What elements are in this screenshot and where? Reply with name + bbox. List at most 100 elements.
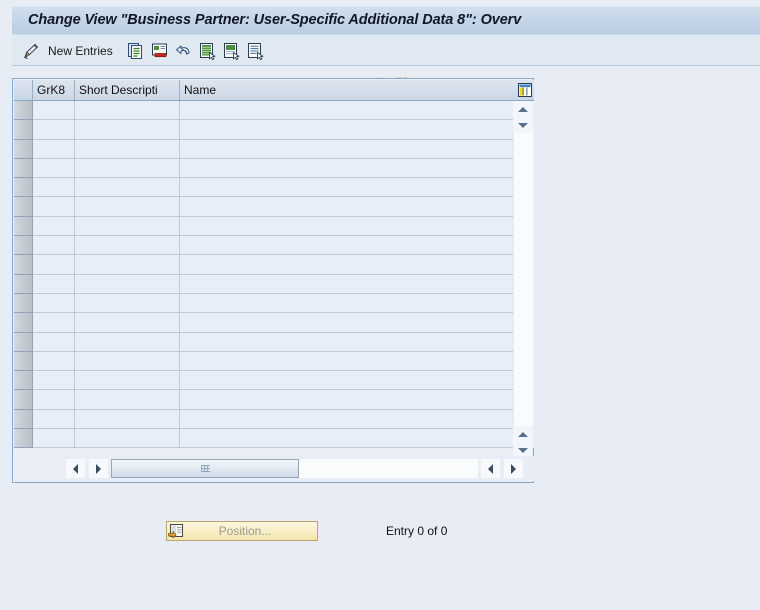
cell-short-description[interactable]: [75, 139, 180, 159]
row-selector-cell[interactable]: [14, 255, 33, 275]
column-header-name[interactable]: Name: [180, 80, 515, 100]
cell-short-description[interactable]: [75, 371, 180, 391]
cell-short-description[interactable]: [75, 274, 180, 294]
row-selector-cell[interactable]: [14, 120, 33, 140]
cell-name[interactable]: [180, 332, 515, 352]
cell-short-description[interactable]: [75, 313, 180, 333]
row-selector-cell[interactable]: [14, 351, 33, 372]
scroll-right-icon[interactable]: [89, 459, 108, 478]
cell-grk8[interactable]: [33, 178, 75, 198]
cell-name[interactable]: [180, 197, 515, 217]
cell-short-description[interactable]: [75, 409, 180, 430]
position-button-label: Position...: [218, 524, 272, 538]
row-selector-cell[interactable]: [14, 158, 33, 179]
cell-grk8[interactable]: [33, 409, 75, 430]
scroll-left-icon-right[interactable]: [481, 459, 500, 478]
cell-name[interactable]: [180, 409, 515, 430]
row-selector-cell[interactable]: [14, 216, 33, 237]
new-entries-button[interactable]: New Entries: [48, 44, 113, 58]
cell-short-description[interactable]: [75, 390, 180, 410]
cell-short-description[interactable]: [75, 236, 180, 256]
row-selector-cell[interactable]: [14, 390, 33, 410]
table-row: [14, 351, 534, 372]
cell-grk8[interactable]: [33, 332, 75, 352]
cell-name[interactable]: [180, 293, 515, 314]
cell-name[interactable]: [180, 139, 515, 159]
cell-grk8[interactable]: [33, 216, 75, 237]
vertical-scrollbar[interactable]: [513, 101, 533, 458]
row-selector-cell[interactable]: [14, 139, 33, 159]
cell-name[interactable]: [180, 351, 515, 372]
row-selector-cell[interactable]: [14, 178, 33, 198]
cell-grk8[interactable]: [33, 101, 75, 121]
scroll-up-icon-bottom[interactable]: [513, 426, 532, 442]
table-settings-icon[interactable]: [515, 80, 534, 100]
column-header-short-description[interactable]: Short Descripti: [75, 80, 180, 100]
cell-short-description[interactable]: [75, 429, 180, 449]
cell-name[interactable]: [180, 313, 515, 333]
vertical-scroll-track[interactable]: [513, 133, 533, 426]
cell-name[interactable]: [180, 178, 515, 198]
cell-name[interactable]: [180, 371, 515, 391]
deselect-all-icon[interactable]: [221, 40, 243, 62]
scroll-up-icon[interactable]: [513, 101, 532, 117]
row-selector-cell[interactable]: [14, 274, 33, 294]
table-row: [14, 178, 534, 198]
row-selector-cell[interactable]: [14, 236, 33, 256]
cell-grk8[interactable]: [33, 236, 75, 256]
row-selector-cell[interactable]: [14, 429, 33, 449]
scroll-left-icon[interactable]: [66, 459, 85, 478]
cell-grk8[interactable]: [33, 274, 75, 294]
cell-name[interactable]: [180, 236, 515, 256]
cell-name[interactable]: [180, 216, 515, 237]
cell-short-description[interactable]: [75, 293, 180, 314]
cell-short-description[interactable]: [75, 197, 180, 217]
horizontal-scroll-thumb[interactable]: [111, 459, 299, 478]
row-selector-cell[interactable]: [14, 293, 33, 314]
cell-grk8[interactable]: [33, 255, 75, 275]
scroll-down-icon[interactable]: [513, 117, 532, 133]
cell-name[interactable]: [180, 274, 515, 294]
row-selector-cell[interactable]: [14, 313, 33, 333]
column-header-grk8[interactable]: GrK8: [33, 80, 75, 100]
cell-short-description[interactable]: [75, 216, 180, 237]
cell-grk8[interactable]: [33, 390, 75, 410]
row-selector-cell[interactable]: [14, 371, 33, 391]
cell-name[interactable]: [180, 158, 515, 179]
cell-name[interactable]: [180, 120, 515, 140]
horizontal-scroll-track[interactable]: [111, 459, 478, 478]
cell-grk8[interactable]: [33, 293, 75, 314]
cell-short-description[interactable]: [75, 255, 180, 275]
copy-as-icon[interactable]: [125, 40, 147, 62]
variable-list-icon[interactable]: [245, 40, 267, 62]
row-selector-cell[interactable]: [14, 197, 33, 217]
cell-name[interactable]: [180, 255, 515, 275]
cell-short-description[interactable]: [75, 158, 180, 179]
column-header-select[interactable]: [14, 80, 33, 100]
cell-short-description[interactable]: [75, 120, 180, 140]
row-selector-cell[interactable]: [14, 332, 33, 352]
cell-grk8[interactable]: [33, 120, 75, 140]
cell-name[interactable]: [180, 429, 515, 449]
cell-grk8[interactable]: [33, 371, 75, 391]
cell-short-description[interactable]: [75, 101, 180, 121]
cell-grk8[interactable]: [33, 351, 75, 372]
cell-short-description[interactable]: [75, 351, 180, 372]
row-selector-cell[interactable]: [14, 409, 33, 430]
cell-grk8[interactable]: [33, 429, 75, 449]
cell-short-description[interactable]: [75, 332, 180, 352]
row-selector-cell[interactable]: [14, 101, 33, 121]
delete-icon[interactable]: [149, 40, 171, 62]
select-all-icon[interactable]: [197, 40, 219, 62]
cell-name[interactable]: [180, 390, 515, 410]
cell-short-description[interactable]: [75, 178, 180, 198]
cell-name[interactable]: [180, 101, 515, 121]
undo-icon[interactable]: [173, 40, 195, 62]
cell-grk8[interactable]: [33, 139, 75, 159]
scroll-right-icon-right[interactable]: [504, 459, 523, 478]
pencil-display-change-icon[interactable]: [20, 40, 42, 62]
cell-grk8[interactable]: [33, 197, 75, 217]
position-button[interactable]: Position...: [166, 521, 318, 541]
cell-grk8[interactable]: [33, 313, 75, 333]
cell-grk8[interactable]: [33, 158, 75, 179]
